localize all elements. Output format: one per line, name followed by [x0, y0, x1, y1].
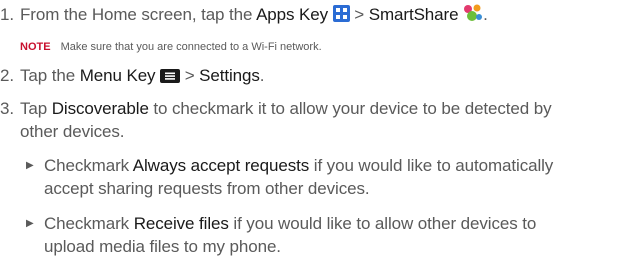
triangle-bullet-icon: ▶: [26, 218, 34, 229]
step-separator: >: [180, 66, 200, 85]
menu-key-icon: [160, 67, 181, 89]
step-text: Tap: [20, 99, 52, 118]
step-3-line-2: other devices.: [20, 122, 125, 141]
bullet-text-cont: if you would like to allow other devices…: [228, 214, 537, 233]
bullet-text: Checkmark: [44, 214, 134, 233]
step-3: 3. Tap Discoverable to checkmark it to al…: [0, 98, 552, 120]
step-separator: >: [349, 5, 369, 24]
step-2: 2. Tap the Menu Key > Settings.: [0, 65, 265, 89]
apps-key-label: Apps Key: [256, 5, 329, 24]
bullet-text-cont: if you would like to automatically: [309, 156, 554, 175]
bullet-2: Checkmark Receive files if you would lik…: [44, 213, 536, 235]
apps-grid-icon: [332, 5, 350, 28]
always-accept-requests-label: Always accept requests: [132, 156, 310, 175]
bullet-1: Checkmark Always accept requests if you …: [44, 155, 553, 177]
triangle-bullet-icon: ▶: [26, 160, 34, 171]
step-number: 3.: [0, 99, 14, 118]
note-label: NOTE: [20, 41, 51, 53]
receive-files-label: Receive files: [133, 214, 229, 233]
menu-key-label: Menu Key: [79, 66, 156, 85]
bullet-2-line-2: upload media files to my phone.: [44, 237, 281, 256]
step-text: Tap the: [20, 66, 80, 85]
bullet-1-line-2: accept sharing requests from other devic…: [44, 179, 370, 198]
step-text: From the Home screen, tap the: [20, 5, 257, 24]
step-suffix: .: [259, 66, 265, 85]
note: NOTE Make sure that you are connected to …: [20, 39, 322, 55]
discoverable-label: Discoverable: [51, 99, 149, 118]
bullet-text: Checkmark: [44, 156, 133, 175]
step-1: 1. From the Home screen, tap the Apps Key…: [0, 4, 488, 28]
smartshare-label: SmartShare: [368, 5, 459, 24]
smartshare-icon: [463, 4, 483, 28]
step-suffix: .: [483, 5, 488, 24]
note-text: Make sure that you are connected to a Wi…: [60, 41, 322, 53]
settings-label: Settings: [199, 66, 260, 85]
step-number: 1.: [0, 5, 14, 24]
step-number: 2.: [0, 66, 14, 85]
step-text-cont: to checkmark it to allow your device to …: [148, 99, 552, 118]
